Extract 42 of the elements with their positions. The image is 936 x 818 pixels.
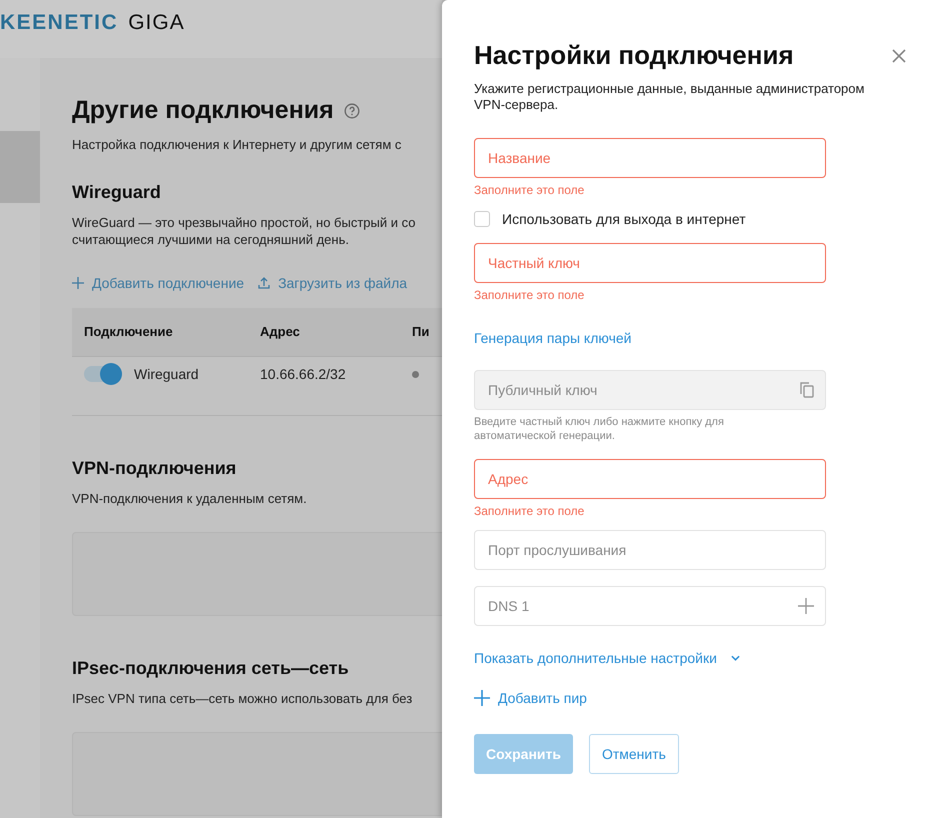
error-message: Заполните это поле [474,182,586,196]
error-message: Заполните это поле [474,288,586,302]
status-dot [412,370,419,378]
section-title: IPsec-подключения сеть—сеть [72,658,350,679]
drawer-title: Настройки подключения [474,40,794,71]
action-link[interactable]: Загрузить из файла [258,274,408,291]
chevron-down-icon [730,655,740,662]
section-description: WireGuard — это чрезвычайно простой, но быстрый и со считающиеся лучшими на сегодняшний день. [72,215,416,249]
input-field[interactable]: Адрес [474,459,826,500]
column-header: Адрес [260,324,301,340]
section-description: IPsec VPN типа сеть—сеть можно использовать для без [72,690,414,708]
advanced-settings-toggle[interactable]: Показать дополнительные настройки [474,650,740,666]
input-field[interactable]: Частный ключ [474,242,826,282]
error-message: Заполните это поле [474,504,586,518]
page-title: Другие подключения [72,96,334,125]
close-icon[interactable] [892,48,906,62]
generate-keys-link[interactable]: Генерация пары ключей [474,330,632,346]
cancel-button[interactable]: Отменить [588,734,679,774]
table-cell: Wireguard [134,366,199,382]
section-title: VPN-подключения [72,458,238,479]
plus-icon [474,690,490,706]
plus-icon [72,276,84,289]
checkbox[interactable] [474,210,490,226]
field-hint: Введите частный ключ либо нажмите кнопку для автоматической генерации. [474,414,725,444]
checkbox-label: Использовать для выхода в интернет [502,210,746,226]
column-header: Подключение [83,324,174,340]
upload-icon [258,276,270,289]
section-title: Wireguard [72,182,162,203]
add-peer-link[interactable]: Добавить пир [474,690,587,706]
action-link[interactable]: Добавить подключение [72,274,244,291]
plus-icon[interactable] [798,598,814,614]
help-icon[interactable] [344,102,360,118]
table-cell-text: 10.66.66.2/32 [260,366,347,382]
drawer-subtitle: Укажите регистрационные данные, выданные администратором VPN-сервера. [474,81,866,114]
copy-icon[interactable] [800,382,814,398]
column-header: Пи [412,324,430,340]
toggle-switch[interactable] [84,366,122,382]
brand-logo: KEENETIC [0,11,118,35]
input-field[interactable]: Название [474,138,826,178]
section-description: VPN-подключения к удаленным сетям. [72,490,308,508]
model-name: GIGA [128,11,185,35]
page-description: Настройка подключения к Интернету и другим сетям с [72,137,402,152]
